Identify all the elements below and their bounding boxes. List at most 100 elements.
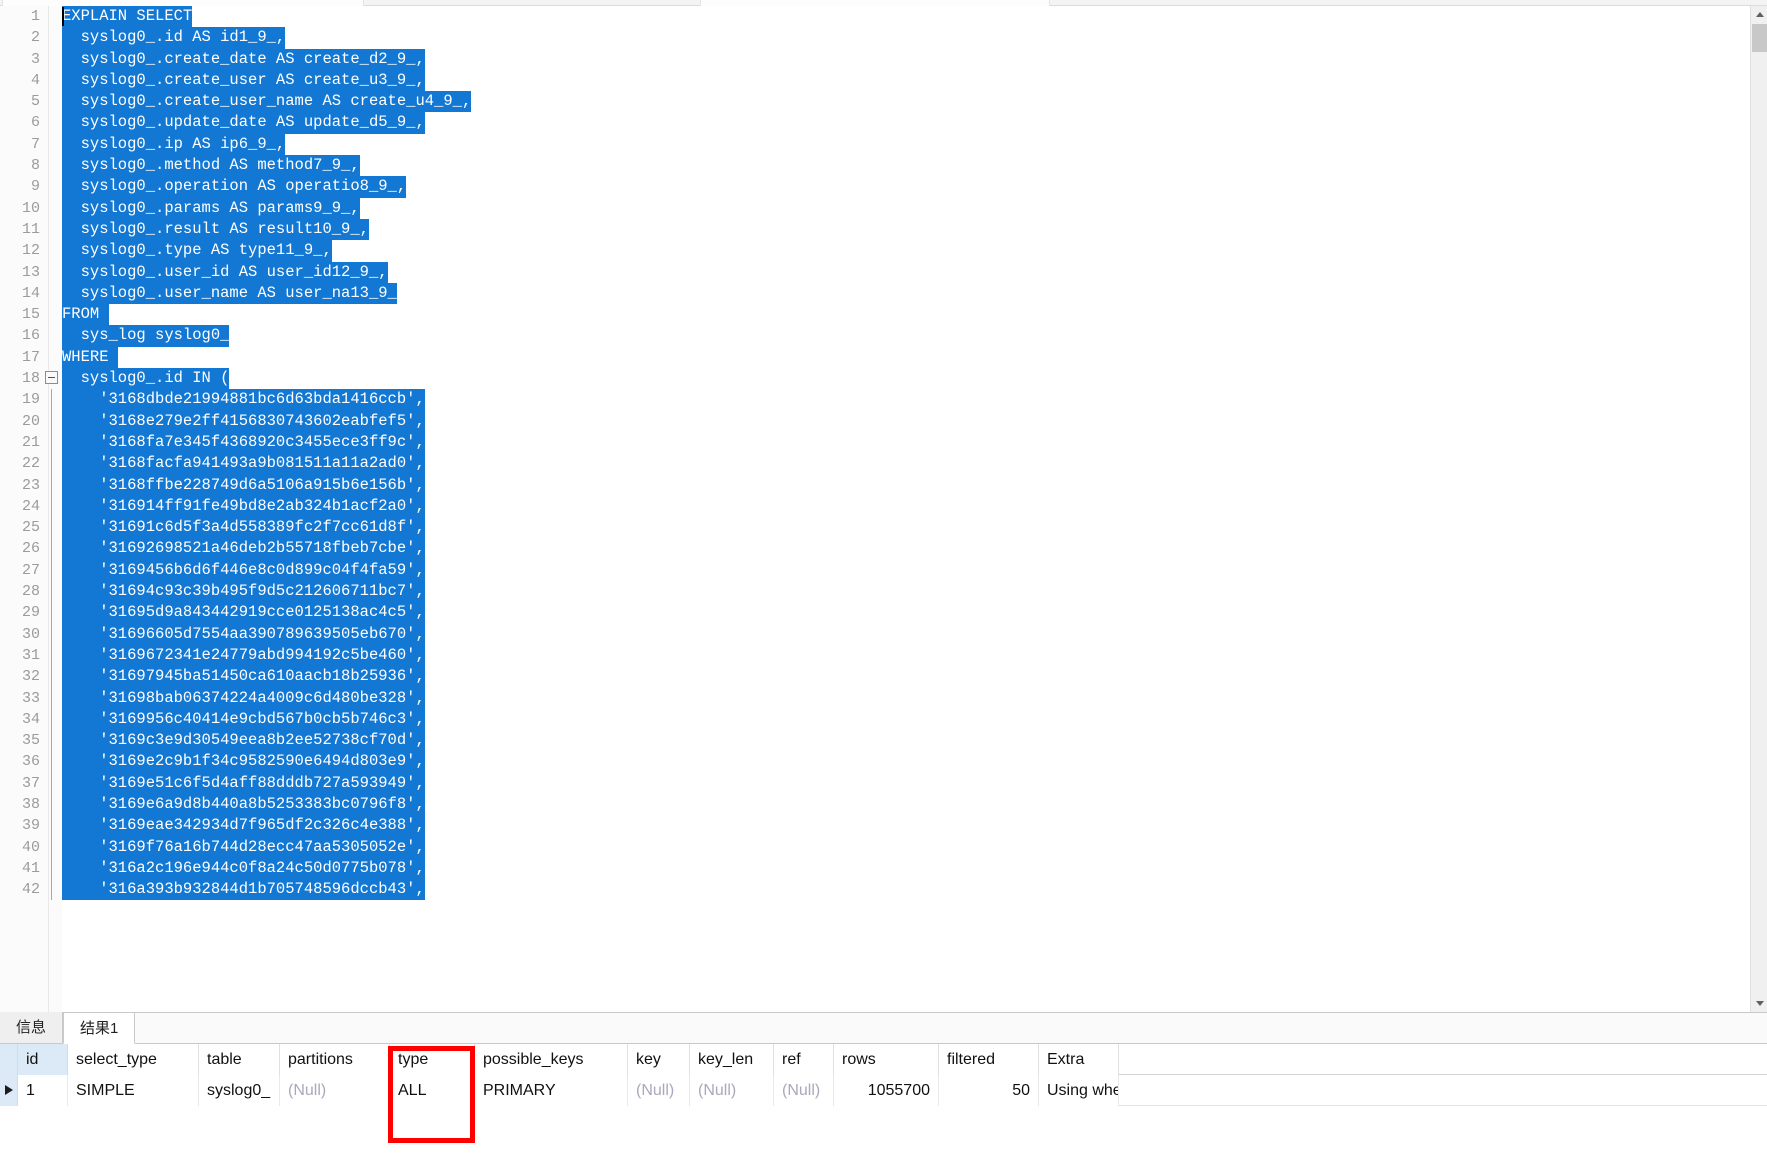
- code-text[interactable]: '3169f76a16b744d28ecc47aa5305052e',: [62, 836, 1750, 858]
- code-text[interactable]: '3168dbde21994881bc6d63bda1416ccb',: [62, 389, 1750, 411]
- code-line[interactable]: 5 syslog0_.create_user_name AS create_u4…: [0, 91, 1750, 113]
- code-text[interactable]: syslog0_.id AS id1_9_,: [62, 27, 1750, 49]
- code-text[interactable]: syslog0_.create_date AS create_d2_9_,: [62, 48, 1750, 70]
- code-line[interactable]: 10 syslog0_.params AS params9_9_,: [0, 197, 1750, 219]
- code-text[interactable]: syslog0_.operation AS operatio8_9_,: [62, 176, 1750, 198]
- row-selector[interactable]: [0, 1075, 18, 1106]
- code-text[interactable]: '3169956c40414e9cbd567b0cb5b746c3',: [62, 708, 1750, 731]
- code-line[interactable]: 14 syslog0_.user_name AS user_na13_9_: [0, 282, 1750, 305]
- code-text[interactable]: '31692698521a46deb2b55718fbeb7cbe',: [62, 538, 1750, 560]
- column-header-key[interactable]: key: [628, 1044, 690, 1075]
- code-line[interactable]: 9 syslog0_.operation AS operatio8_9_,: [0, 176, 1750, 198]
- code-text[interactable]: syslog0_.type AS type11_9_,: [62, 240, 1750, 262]
- code-line[interactable]: 28 '31694c93c39b495f9d5c212606711bc7',: [0, 581, 1750, 603]
- code-line[interactable]: 37 '3169e51c6f5d4aff88dddb727a593949',: [0, 772, 1750, 794]
- code-line[interactable]: 27 '3169456b6d6f446e8c0d899c04f4fa59',: [0, 559, 1750, 582]
- code-line[interactable]: 17 WHERE: [0, 346, 1750, 369]
- code-text[interactable]: '31697945ba51450ca610aacb18b25936',: [62, 666, 1750, 688]
- code-line[interactable]: 12 syslog0_.type AS type11_9_,: [0, 240, 1750, 262]
- code-line[interactable]: 22 '3168facfa941493a9b081511a11a2ad0',: [0, 453, 1750, 475]
- code-line[interactable]: 24 '316914ff91fe49bd8e2ab324b1acf2a0',: [0, 495, 1750, 518]
- cell-id[interactable]: 1: [18, 1075, 68, 1106]
- code-line[interactable]: 29 '31695d9a843442919cce0125138ac4c5',: [0, 602, 1750, 624]
- cell-type[interactable]: ALL: [390, 1075, 475, 1106]
- sql-editor[interactable]: 1 EXPLAIN SELECT 2 syslog0_.id AS id1_9_, 3…: [0, 6, 1750, 1012]
- code-line[interactable]: 6 syslog0_.update_date AS update_d5_9_,: [0, 112, 1750, 134]
- code-text[interactable]: '316a393b932844d1b705748596dccb43',: [62, 879, 1750, 901]
- code-text[interactable]: '3168ffbe228749d6a5106a915b6e156b',: [62, 474, 1750, 496]
- code-text[interactable]: syslog0_.user_name AS user_na13_9_: [62, 282, 1750, 305]
- code-text[interactable]: syslog0_.create_user_name AS create_u4_9…: [62, 91, 1750, 113]
- code-text[interactable]: '3169e2c9b1f34c9582590e6494d803e9',: [62, 751, 1750, 773]
- code-line[interactable]: 15 FROM: [0, 304, 1750, 326]
- code-line[interactable]: 31 '3169672341e24779abd994192c5be460',: [0, 644, 1750, 667]
- fold-collapse-icon[interactable]: [42, 368, 62, 389]
- code-text[interactable]: '31696605d7554aa390789639505eb670',: [62, 623, 1750, 645]
- code-line[interactable]: 16 sys_log syslog0_: [0, 325, 1750, 347]
- code-text[interactable]: '3169e6a9d8b440a8b5253383bc0796f8',: [62, 793, 1750, 816]
- column-header-table[interactable]: table: [199, 1044, 280, 1075]
- code-text[interactable]: '3169eae342934d7f965df2c326c4e388',: [62, 815, 1750, 837]
- code-text[interactable]: WHERE: [62, 346, 1750, 369]
- code-text[interactable]: syslog0_.method AS method7_9_,: [62, 155, 1750, 177]
- column-header-rows[interactable]: rows: [834, 1044, 939, 1075]
- scrollbar-thumb[interactable]: [1752, 24, 1767, 52]
- code-line[interactable]: 42 '316a393b932844d1b705748596dccb43',: [0, 879, 1750, 901]
- code-line[interactable]: 26 '31692698521a46deb2b55718fbeb7cbe',: [0, 538, 1750, 560]
- explain-result-grid[interactable]: id select_type table partitions type possible…: [0, 1044, 1767, 1171]
- code-text[interactable]: '3168e279e2ff4156830743602eabfef5',: [62, 410, 1750, 432]
- editor-vertical-scrollbar[interactable]: [1750, 6, 1767, 1012]
- results-tabbar[interactable]: 信息 结果1: [0, 1012, 1767, 1044]
- code-line[interactable]: 30 '31696605d7554aa390789639505eb670',: [0, 623, 1750, 645]
- code-line[interactable]: 35 '3169c3e9d30549eea8b2ee52738cf70d',: [0, 730, 1750, 752]
- code-line[interactable]: 34 '3169956c40414e9cbd567b0cb5b746c3',: [0, 708, 1750, 731]
- code-text[interactable]: '3169c3e9d30549eea8b2ee52738cf70d',: [62, 730, 1750, 752]
- column-header-possible_keys[interactable]: possible_keys: [475, 1044, 628, 1075]
- column-header-Extra[interactable]: Extra: [1039, 1044, 1119, 1075]
- column-header-id[interactable]: id: [18, 1044, 68, 1075]
- cell-filtered[interactable]: 50: [939, 1075, 1039, 1106]
- grid-body[interactable]: 1 SIMPLE syslog0_ (Null) ALL PRIMARY (Null) (Nu…: [0, 1075, 1767, 1106]
- cell-key[interactable]: (Null): [628, 1075, 690, 1106]
- code-text[interactable]: syslog0_.update_date AS update_d5_9_,: [62, 112, 1750, 134]
- cell-key_len[interactable]: (Null): [690, 1075, 774, 1106]
- cell-Extra[interactable]: Using whe: [1039, 1075, 1119, 1106]
- code-line[interactable]: 25 '31691c6d5f3a4d558389fc2f7cc61d8f',: [0, 517, 1750, 539]
- code-text[interactable]: syslog0_.result AS result10_9_,: [62, 218, 1750, 241]
- code-text[interactable]: '31698bab06374224a4009c6d480be328',: [62, 687, 1750, 709]
- code-line[interactable]: 36 '3169e2c9b1f34c9582590e6494d803e9',: [0, 751, 1750, 773]
- column-header-select_type[interactable]: select_type: [68, 1044, 199, 1075]
- code-lines[interactable]: 1 EXPLAIN SELECT 2 syslog0_.id AS id1_9_, 3…: [0, 6, 1750, 1012]
- code-text[interactable]: '3168fa7e345f4368920c3455ece3ff9c',: [62, 431, 1750, 454]
- table-row[interactable]: 1 SIMPLE syslog0_ (Null) ALL PRIMARY (Null) (Nu…: [0, 1075, 1767, 1106]
- code-line[interactable]: 41 '316a2c196e944c0f8a24c50d0775b078',: [0, 857, 1750, 880]
- code-line[interactable]: 40 '3169f76a16b744d28ecc47aa5305052e',: [0, 836, 1750, 858]
- code-line[interactable]: 4 syslog0_.create_user AS create_u3_9_,: [0, 69, 1750, 92]
- cell-possible_keys[interactable]: PRIMARY: [475, 1075, 628, 1106]
- cell-rows[interactable]: 1055700: [834, 1075, 939, 1106]
- code-line[interactable]: 1 EXPLAIN SELECT: [0, 6, 1750, 28]
- code-line[interactable]: 20 '3168e279e2ff4156830743602eabfef5',: [0, 410, 1750, 432]
- scroll-down-icon[interactable]: [1751, 995, 1767, 1012]
- code-line[interactable]: 38 '3169e6a9d8b440a8b5253383bc0796f8',: [0, 793, 1750, 816]
- code-text[interactable]: '3168facfa941493a9b081511a11a2ad0',: [62, 453, 1750, 475]
- cell-partitions[interactable]: (Null): [280, 1075, 390, 1106]
- code-text[interactable]: '3169672341e24779abd994192c5be460',: [62, 644, 1750, 667]
- code-text[interactable]: '31691c6d5f3a4d558389fc2f7cc61d8f',: [62, 517, 1750, 539]
- code-line[interactable]: 33 '31698bab06374224a4009c6d480be328',: [0, 687, 1750, 709]
- code-line[interactable]: 18 syslog0_.id IN (: [0, 368, 1750, 390]
- cell-table[interactable]: syslog0_: [199, 1075, 280, 1106]
- code-text[interactable]: sys_log syslog0_: [62, 325, 1750, 347]
- scroll-up-icon[interactable]: [1751, 6, 1767, 23]
- code-text[interactable]: syslog0_.params AS params9_9_,: [62, 197, 1750, 219]
- code-text[interactable]: syslog0_.create_user AS create_u3_9_,: [62, 69, 1750, 92]
- results-tab-2[interactable]: 结果1: [63, 1012, 136, 1044]
- code-text[interactable]: '316a2c196e944c0f8a24c50d0775b078',: [62, 857, 1750, 880]
- code-line[interactable]: 8 syslog0_.method AS method7_9_,: [0, 155, 1750, 177]
- code-text[interactable]: EXPLAIN SELECT: [62, 6, 1750, 28]
- code-line[interactable]: 7 syslog0_.ip AS ip6_9_,: [0, 133, 1750, 156]
- code-line[interactable]: 32 '31697945ba51450ca610aacb18b25936',: [0, 666, 1750, 688]
- code-text[interactable]: '3169e51c6f5d4aff88dddb727a593949',: [62, 772, 1750, 794]
- column-header-ref[interactable]: ref: [774, 1044, 834, 1075]
- code-line[interactable]: 3 syslog0_.create_date AS create_d2_9_,: [0, 48, 1750, 70]
